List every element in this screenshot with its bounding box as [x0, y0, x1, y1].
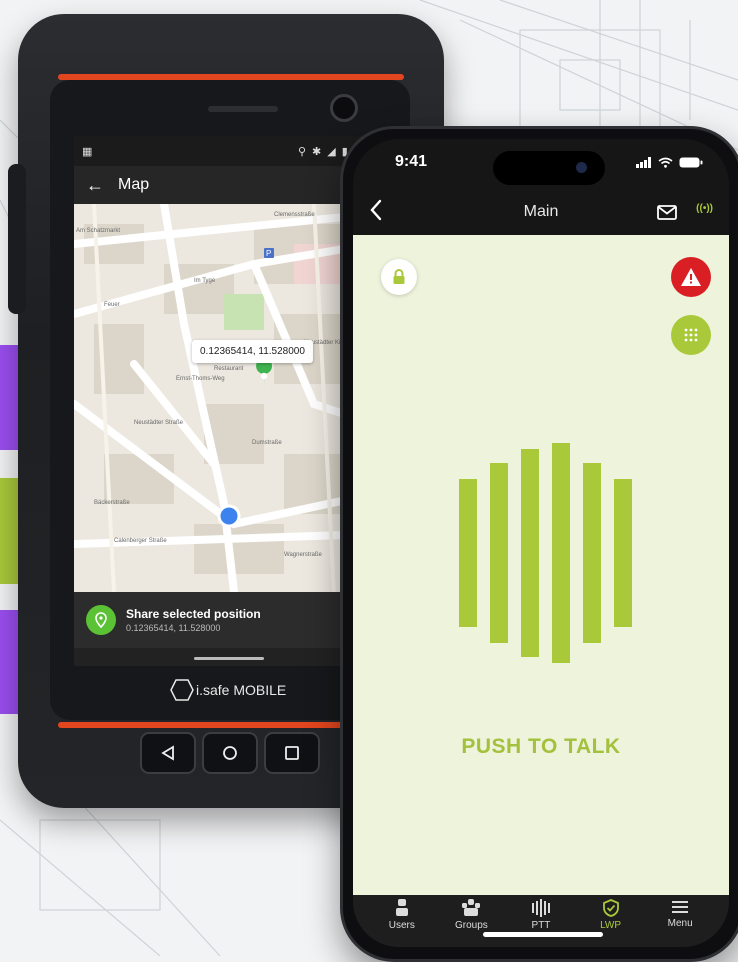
bluetooth-icon: ✱ [312, 145, 322, 158]
tab-label: Users [388, 920, 415, 931]
share-title: Share selected position [126, 607, 261, 621]
rugged-status-bar: ▦ ⚲ ✱ ◢ ▮ 12 [74, 136, 374, 166]
place-label-restaurant: Restaurant [214, 366, 244, 372]
wifi-icon [658, 157, 673, 168]
battery-icon [679, 157, 703, 168]
tab-bar: Users Groups PTT LWP Menu [353, 895, 729, 947]
tab-groups[interactable]: Groups [441, 895, 501, 947]
dialpad-button[interactable] [671, 315, 711, 355]
coordinate-tooltip: 0.12365414, 11.528000 [192, 340, 313, 363]
current-location-dot [217, 504, 241, 528]
tab-label: Menu [667, 918, 693, 929]
main-content: PUSH TO TALK [353, 235, 729, 895]
recents-square-icon[interactable] [264, 732, 320, 774]
smartphone: 9:41 Main ((•)) PUSH TO TALK Users Group… [340, 126, 738, 962]
push-to-talk-button[interactable] [453, 443, 641, 663]
home-indicator[interactable] [483, 932, 603, 937]
map-view[interactable]: Clemensstraße Am Schatzmarkt Im Tyge Neu… [74, 204, 374, 592]
tab-label: LWP [600, 920, 622, 931]
lock-button[interactable] [381, 259, 417, 295]
ptt-bars-icon [531, 899, 550, 917]
emergency-alert-button[interactable] [671, 257, 711, 297]
ptt-bar [552, 443, 570, 663]
ptt-bar [459, 479, 477, 627]
parking-icon: P [264, 248, 274, 258]
tab-ptt[interactable]: PTT [511, 895, 571, 947]
street-label-neustaedter-strasse: Neustädter Straße [134, 420, 184, 426]
push-to-talk-label: PUSH TO TALK [461, 735, 621, 758]
app-header: Main ((•)) [353, 189, 729, 235]
app-bar-title: Map [118, 176, 150, 193]
rugged-screen: ▦ ⚲ ✱ ◢ ▮ 12 ← Map [74, 136, 374, 666]
side-button[interactable] [8, 164, 26, 314]
home-circle-icon[interactable] [202, 732, 258, 774]
earpiece [208, 106, 278, 112]
group-icon [462, 899, 481, 916]
ptt-bar [583, 463, 601, 643]
street-label-clemensstrasse: Clemensstraße [274, 212, 315, 218]
notification-icon: ▦ [82, 145, 93, 158]
ptt-bar [490, 463, 508, 643]
alert-triangle-icon [681, 268, 701, 286]
dialpad-icon [684, 328, 698, 342]
street-label-calenberger-strasse: Calenberger Straße [114, 538, 167, 544]
street-label-im-tyge: Im Tyge [194, 278, 216, 284]
ptt-bar [614, 479, 632, 627]
brand-logo: i.safe MOBILE [170, 679, 286, 701]
tab-users[interactable]: Users [372, 895, 432, 947]
bottom-sheet-handle[interactable] [194, 657, 264, 660]
hexagon-logo-icon [170, 679, 194, 701]
street-label-wagnerstrasse: Wagnerstraße [284, 552, 322, 558]
shield-check-icon [602, 899, 619, 917]
share-position-panel[interactable]: Share selected position 0.12365414, 11.5… [74, 592, 374, 648]
back-triangle-icon[interactable] [140, 732, 196, 774]
user-icon [395, 899, 408, 916]
place-label-feuer: Feuer [104, 302, 120, 308]
rugged-app-bar: ← Map [74, 166, 374, 204]
signal-icon: ◢ [327, 145, 336, 158]
lock-icon [393, 269, 405, 284]
tab-label: PTT [531, 920, 551, 931]
front-camera [330, 94, 358, 122]
share-coordinates: 0.12365414, 11.528000 [126, 623, 221, 633]
dynamic-island [493, 151, 605, 185]
ios-status-bar: 9:41 [353, 139, 729, 189]
arrow-left-icon[interactable]: ← [86, 175, 104, 196]
street-label-schatzmarkt: Am Schatzmarkt [76, 228, 120, 234]
tab-lwp[interactable]: LWP [581, 895, 641, 947]
hamburger-menu-icon [672, 901, 689, 913]
tab-menu[interactable]: Menu [650, 895, 710, 947]
smartphone-screen: 9:41 Main ((•)) PUSH TO TALK Users Group… [353, 139, 729, 947]
cellular-signal-icon [636, 157, 651, 168]
street-label-baeckerstrasse: Bäckerstraße [94, 500, 130, 506]
svg-text:P: P [266, 249, 271, 258]
mail-icon[interactable] [657, 205, 677, 220]
location-pin-icon [86, 605, 116, 635]
ptt-bar [521, 449, 539, 657]
brand-name: i.safe MOBILE [196, 682, 287, 698]
tab-label: Groups [454, 920, 488, 931]
street-label-ernst-thoms-weg: Ernst-Thoms-Weg [176, 376, 225, 382]
status-time: 9:41 [395, 153, 428, 170]
location-icon: ⚲ [297, 145, 306, 158]
street-label-dumstrasse: Dumstraße [252, 440, 282, 446]
radio-wave-icon[interactable]: ((•)) [696, 203, 713, 214]
